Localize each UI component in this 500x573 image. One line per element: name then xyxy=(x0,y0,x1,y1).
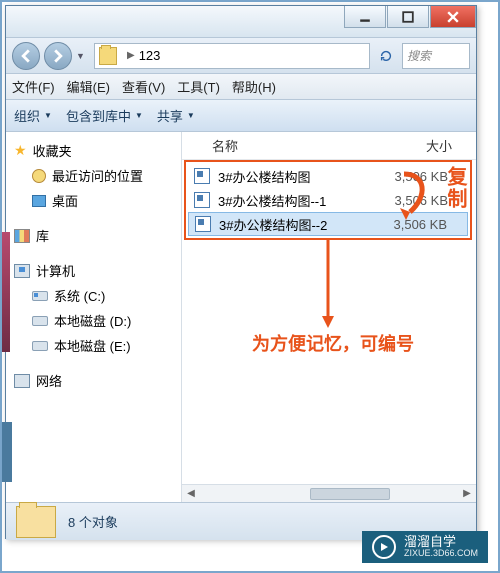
menu-tools[interactable]: 工具(T) xyxy=(177,77,220,96)
outer-frame: ▼ ▶ 123 搜索 文件(F) 编辑(E) 查看(V) 工具(T) 帮助(H)… xyxy=(0,0,500,573)
watermark-sub: ZIXUE.3D66.COM xyxy=(404,549,478,559)
nav-computer[interactable]: 计算机 xyxy=(10,258,177,283)
libraries-icon xyxy=(14,229,30,243)
tb-share[interactable]: 共享▼ xyxy=(157,106,195,125)
refresh-button[interactable] xyxy=(374,43,398,69)
network-icon xyxy=(14,374,30,388)
file-name: 3#办公楼结构图 xyxy=(218,167,368,186)
explorer-window: ▼ ▶ 123 搜索 文件(F) 编辑(E) 查看(V) 工具(T) 帮助(H)… xyxy=(5,5,477,539)
drive-icon xyxy=(32,291,48,301)
folder-large-icon xyxy=(16,506,56,538)
word-file-icon xyxy=(195,216,211,232)
forward-button[interactable] xyxy=(44,42,72,70)
breadcrumb[interactable]: ▶ 123 xyxy=(94,43,370,69)
chevron-right-icon: ▶ xyxy=(127,50,135,61)
menu-view[interactable]: 查看(V) xyxy=(122,77,165,96)
scroll-left-button[interactable]: ◀ xyxy=(182,488,200,499)
file-name: 3#办公楼结构图--1 xyxy=(218,191,368,210)
nav-desktop[interactable]: 桌面 xyxy=(10,188,177,213)
menu-help[interactable]: 帮助(H) xyxy=(232,77,276,96)
body-area: ★ 收藏夹 最近访问的位置 桌面 库 xyxy=(6,132,476,502)
status-object-count: 8 个对象 xyxy=(68,512,118,531)
annotation-down-arrow-icon xyxy=(318,240,338,330)
search-placeholder: 搜索 xyxy=(407,47,431,64)
chevron-down-icon: ▼ xyxy=(187,111,195,120)
star-icon: ★ xyxy=(14,142,27,159)
drive-icon xyxy=(32,341,48,351)
nav-drive-e[interactable]: 本地磁盘 (E:) xyxy=(10,333,177,358)
nav-libraries[interactable]: 库 xyxy=(10,223,177,248)
tb-include-library[interactable]: 包含到库中▼ xyxy=(66,106,143,125)
command-bar: 组织▼ 包含到库中▼ 共享▼ xyxy=(6,100,476,132)
column-headers: 名称 大小 xyxy=(182,132,476,160)
watermark: 溜溜自学 ZIXUE.3D66.COM xyxy=(362,531,488,563)
annotation-tip-text: 为方便记忆，可编号 xyxy=(196,330,470,356)
nav-drive-d[interactable]: 本地磁盘 (D:) xyxy=(10,308,177,333)
content-pane: 名称 大小 3#办公楼结构图 3,506 KB 3#办公楼结构图--1 3,50… xyxy=(182,132,476,502)
scroll-thumb[interactable] xyxy=(310,488,390,500)
word-file-icon xyxy=(194,168,210,184)
navigation-pane: ★ 收藏夹 最近访问的位置 桌面 库 xyxy=(6,132,182,502)
annotation-curve-arrow-icon xyxy=(394,168,434,222)
nav-recent[interactable]: 最近访问的位置 xyxy=(10,163,177,188)
menu-bar: 文件(F) 编辑(E) 查看(V) 工具(T) 帮助(H) xyxy=(6,74,476,100)
scroll-right-button[interactable]: ▶ xyxy=(458,488,476,499)
menu-edit[interactable]: 编辑(E) xyxy=(67,77,110,96)
address-bar: ▼ ▶ 123 搜索 xyxy=(6,38,476,74)
file-name: 3#办公楼结构图--2 xyxy=(219,215,369,234)
col-size-header[interactable]: 大小 xyxy=(372,136,476,155)
word-file-icon xyxy=(194,192,210,208)
play-circle-icon xyxy=(372,535,396,559)
close-button[interactable] xyxy=(430,6,476,28)
nav-favorites[interactable]: ★ 收藏夹 xyxy=(10,138,177,163)
chevron-down-icon: ▼ xyxy=(44,111,52,120)
recent-icon xyxy=(32,169,46,183)
watermark-brand: 溜溜自学 xyxy=(404,535,478,549)
nav-network[interactable]: 网络 xyxy=(10,368,177,393)
titlebar xyxy=(6,6,476,38)
nav-drive-c[interactable]: 系统 (C:) xyxy=(10,283,177,308)
folder-icon xyxy=(99,47,117,65)
tb-organize[interactable]: 组织▼ xyxy=(14,106,52,125)
annotation-copy-label: 复制 xyxy=(441,166,470,210)
menu-file[interactable]: 文件(F) xyxy=(12,77,55,96)
chevron-down-icon: ▼ xyxy=(135,111,143,120)
maximize-button[interactable] xyxy=(387,6,429,28)
back-button[interactable] xyxy=(12,42,40,70)
drive-icon xyxy=(32,316,48,326)
horizontal-scrollbar[interactable]: ◀ ▶ xyxy=(182,484,476,502)
breadcrumb-segment: 123 xyxy=(139,48,161,63)
search-input[interactable]: 搜索 xyxy=(402,43,470,69)
col-name-header[interactable]: 名称 xyxy=(212,136,372,155)
computer-icon xyxy=(14,264,30,278)
desktop-icon xyxy=(32,195,46,207)
minimize-button[interactable] xyxy=(344,6,386,28)
nav-history-dropdown[interactable]: ▼ xyxy=(76,51,90,61)
